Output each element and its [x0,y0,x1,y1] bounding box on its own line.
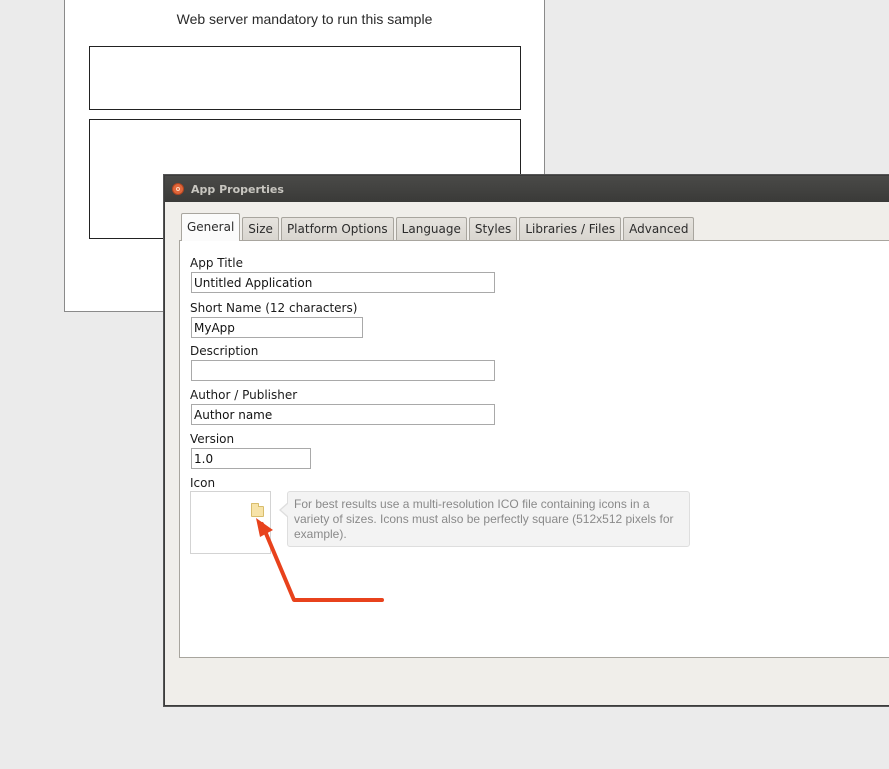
tab-language[interactable]: Language [395,217,467,241]
icon-hint-tooltip: For best results use a multi-resolution … [279,491,690,547]
dialog-title: App Properties [191,183,284,196]
version-input[interactable] [191,448,311,469]
app-logo-icon [172,183,184,195]
author-label: Author / Publisher [190,388,298,402]
icon-preview-box[interactable] [190,491,271,554]
icon-label: Icon [190,476,216,490]
description-input[interactable] [191,360,495,381]
general-tab-panel: App Title Short Name (12 characters) Des… [179,240,889,658]
folder-icon[interactable] [251,503,264,517]
author-input[interactable] [191,404,495,425]
dialog-titlebar[interactable]: App Properties [165,176,889,202]
tab-general[interactable]: General [181,213,241,241]
background-content-box [89,46,521,110]
tab-styles[interactable]: Styles [468,217,518,241]
version-label: Version [190,432,235,446]
app-title-input[interactable] [191,272,495,293]
app-properties-dialog: App Properties General Size Platform Opt… [164,175,889,706]
description-label: Description [190,344,259,358]
tab-bar: General Size Platform Options Language S… [181,213,696,241]
short-name-label: Short Name (12 characters) [190,301,358,315]
app-title-label: App Title [190,256,243,270]
tab-advanced[interactable]: Advanced [623,217,695,241]
short-name-input[interactable] [191,317,363,338]
background-page-heading: Web server mandatory to run this sample [176,11,433,27]
tab-size[interactable]: Size [242,217,279,241]
tab-libraries-files[interactable]: Libraries / Files [519,217,622,241]
tab-platform-options[interactable]: Platform Options [280,217,394,241]
